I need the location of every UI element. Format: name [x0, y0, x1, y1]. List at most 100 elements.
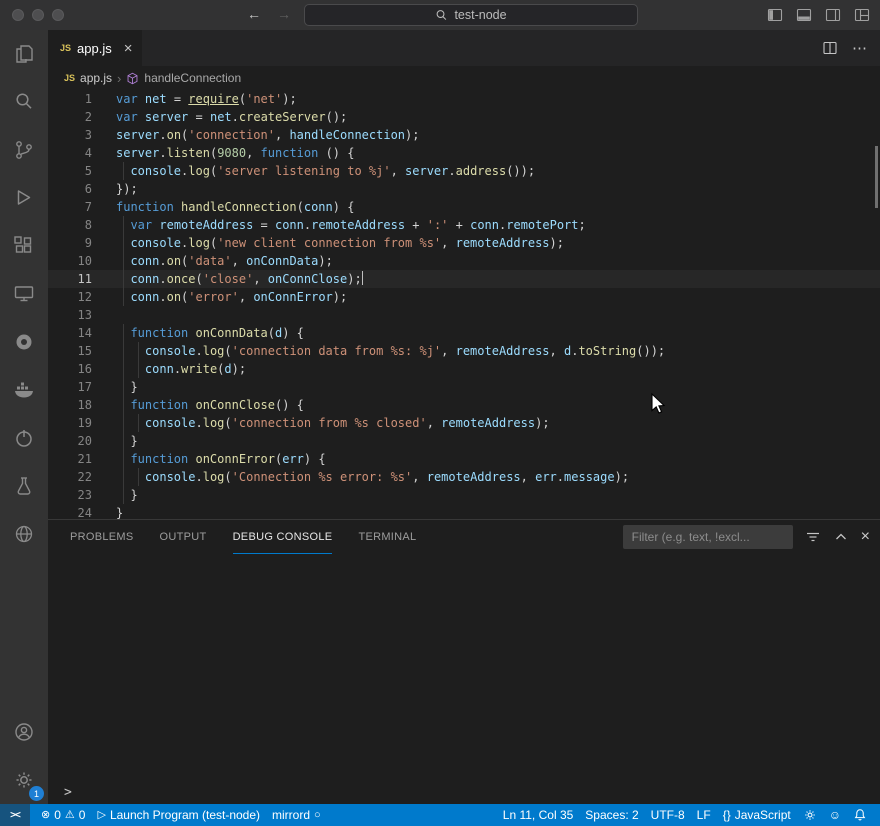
close-panel-icon[interactable]: × — [861, 529, 870, 545]
line-number: 6 — [48, 180, 92, 198]
code-editor[interactable]: 1var net = require('net');2var server = … — [48, 90, 880, 519]
code-line[interactable]: 18 function onConnClose() { — [48, 396, 880, 414]
eol-status[interactable]: LF — [692, 804, 716, 826]
breadcrumb-file[interactable]: app.js — [80, 71, 112, 85]
panel-tab-problems[interactable]: PROBLEMS — [70, 520, 134, 554]
run-and-debug-icon — [12, 186, 36, 210]
braces-icon: {} — [723, 808, 731, 822]
code-line[interactable]: 9 console.log('new client connection fro… — [48, 234, 880, 252]
activity-bar-item-remote-explorer[interactable] — [0, 270, 48, 318]
code-line[interactable]: 14 function onConnData(d) { — [48, 324, 880, 342]
toggle-sidebar-left-icon[interactable] — [767, 7, 783, 23]
activity-bar-item-extension-b[interactable] — [0, 414, 48, 462]
line-number: 12 — [48, 288, 92, 306]
editor-scrollbar[interactable] — [875, 146, 878, 208]
code-line[interactable]: 1var net = require('net'); — [48, 90, 880, 108]
launch-program-status[interactable]: ▷ Launch Program (test-node) — [92, 804, 265, 826]
code-line[interactable]: 12 conn.on('error', onConnError); — [48, 288, 880, 306]
navigate-back-button[interactable]: ← — [247, 6, 261, 22]
debug-console-filter-input[interactable] — [623, 525, 793, 549]
code-line[interactable]: 20 } — [48, 432, 880, 450]
tab-close-icon[interactable]: × — [124, 40, 133, 57]
code-line[interactable]: 13 — [48, 306, 880, 324]
activity-bar-item-extension-d[interactable] — [0, 510, 48, 558]
line-number: 9 — [48, 234, 92, 252]
close-window-button[interactable] — [12, 9, 24, 21]
account-button[interactable] — [0, 708, 48, 756]
code-line[interactable]: 4server.listen(9080, function () { — [48, 144, 880, 162]
manage-settings-button[interactable]: 1 — [0, 756, 48, 804]
filter-icon[interactable] — [805, 529, 821, 545]
panel-tab-debug-console[interactable]: DEBUG CONSOLE — [233, 520, 333, 554]
activity-bar-item-run-debug[interactable] — [0, 174, 48, 222]
extension-status-button[interactable] — [798, 804, 822, 826]
split-editor-icon[interactable] — [822, 40, 838, 56]
error-icon: ⊗ — [41, 810, 50, 821]
command-center-search[interactable]: test-node — [304, 4, 638, 26]
power-circle-icon — [12, 426, 36, 450]
minimize-window-button[interactable] — [32, 9, 44, 21]
activity-bar-item-source-control[interactable] — [0, 126, 48, 174]
line-number: 4 — [48, 144, 92, 162]
mirrord-status[interactable]: mirrord ○ — [267, 804, 326, 826]
code-line[interactable]: 11 conn.once('close', onConnClose); — [48, 270, 880, 288]
code-line[interactable]: 7function handleConnection(conn) { — [48, 198, 880, 216]
breadcrumb-symbol[interactable]: handleConnection — [144, 71, 241, 85]
line-number: 17 — [48, 378, 92, 396]
notifications-button[interactable] — [848, 804, 872, 826]
panel-tab-output[interactable]: OUTPUT — [160, 520, 207, 554]
chevron-up-icon[interactable] — [833, 529, 849, 545]
language-mode-status[interactable]: {} JavaScript — [718, 804, 796, 826]
tab-app-js[interactable]: JS app.js × — [48, 30, 142, 66]
code-line[interactable]: 21 function onConnError(err) { — [48, 450, 880, 468]
launch-program-label: Launch Program (test-node) — [110, 808, 260, 822]
remote-explorer-monitor-icon — [12, 282, 36, 306]
problems-status[interactable]: ⊗ 0 ⚠ 0 — [36, 804, 90, 826]
activity-bar-item-explorer[interactable] — [0, 30, 48, 78]
navigate-forward-button[interactable]: → — [277, 6, 291, 22]
code-line[interactable]: 23 } — [48, 486, 880, 504]
activity-bar-bottom: 1 — [0, 708, 48, 804]
line-number: 1 — [48, 90, 92, 108]
line-number: 21 — [48, 450, 92, 468]
code-line[interactable]: 5 console.log('server listening to %j', … — [48, 162, 880, 180]
titlebar-layout-controls — [767, 7, 870, 23]
code-line[interactable]: 24} — [48, 504, 880, 519]
indentation-status[interactable]: Spaces: 2 — [580, 804, 643, 826]
debug-console-body[interactable]: > — [48, 554, 880, 804]
panel-tabs: PROBLEMS OUTPUT DEBUG CONSOLE TERMINAL — [70, 520, 416, 554]
zoom-window-button[interactable] — [52, 9, 64, 21]
encoding-status[interactable]: UTF-8 — [646, 804, 690, 826]
toggle-panel-icon[interactable] — [796, 7, 812, 23]
activity-bar-item-extension-a[interactable] — [0, 318, 48, 366]
code-line[interactable]: 16 conn.write(d); — [48, 360, 880, 378]
cursor-position-label: Ln 11, Col 35 — [503, 808, 574, 822]
feedback-button[interactable]: ☺ — [824, 804, 846, 826]
customize-layout-icon[interactable] — [854, 7, 870, 23]
code-line[interactable]: 10 conn.on('data', onConnData); — [48, 252, 880, 270]
code-line[interactable]: 6}); — [48, 180, 880, 198]
account-icon — [12, 720, 36, 744]
source-control-branch-icon — [12, 138, 36, 162]
cursor-position-status[interactable]: Ln 11, Col 35 — [498, 804, 579, 826]
code-line[interactable]: 19 console.log('connection from %s close… — [48, 414, 880, 432]
code-line[interactable]: 3server.on('connection', handleConnectio… — [48, 126, 880, 144]
code-line[interactable]: 22 console.log('Connection %s error: %s'… — [48, 468, 880, 486]
symbol-method-icon — [126, 71, 139, 85]
panel-tab-terminal[interactable]: TERMINAL — [358, 520, 416, 554]
line-number: 19 — [48, 414, 92, 432]
toggle-sidebar-right-icon[interactable] — [825, 7, 841, 23]
activity-bar-item-search[interactable] — [0, 78, 48, 126]
code-line[interactable]: 15 console.log('connection data from %s:… — [48, 342, 880, 360]
activity-bar-item-docker[interactable] — [0, 366, 48, 414]
activity-bar-item-extension-c[interactable] — [0, 462, 48, 510]
code-line[interactable]: 2var server = net.createServer(); — [48, 108, 880, 126]
circle-gear-icon — [12, 330, 36, 354]
activity-bar-item-extensions[interactable] — [0, 222, 48, 270]
code-line[interactable]: 8 var remoteAddress = conn.remoteAddress… — [48, 216, 880, 234]
more-actions-icon[interactable]: ⋯ — [852, 39, 868, 57]
repl-prompt-icon[interactable]: > — [64, 785, 72, 800]
line-number: 24 — [48, 504, 92, 519]
code-line[interactable]: 17 } — [48, 378, 880, 396]
remote-indicator[interactable]: >< — [0, 804, 30, 826]
